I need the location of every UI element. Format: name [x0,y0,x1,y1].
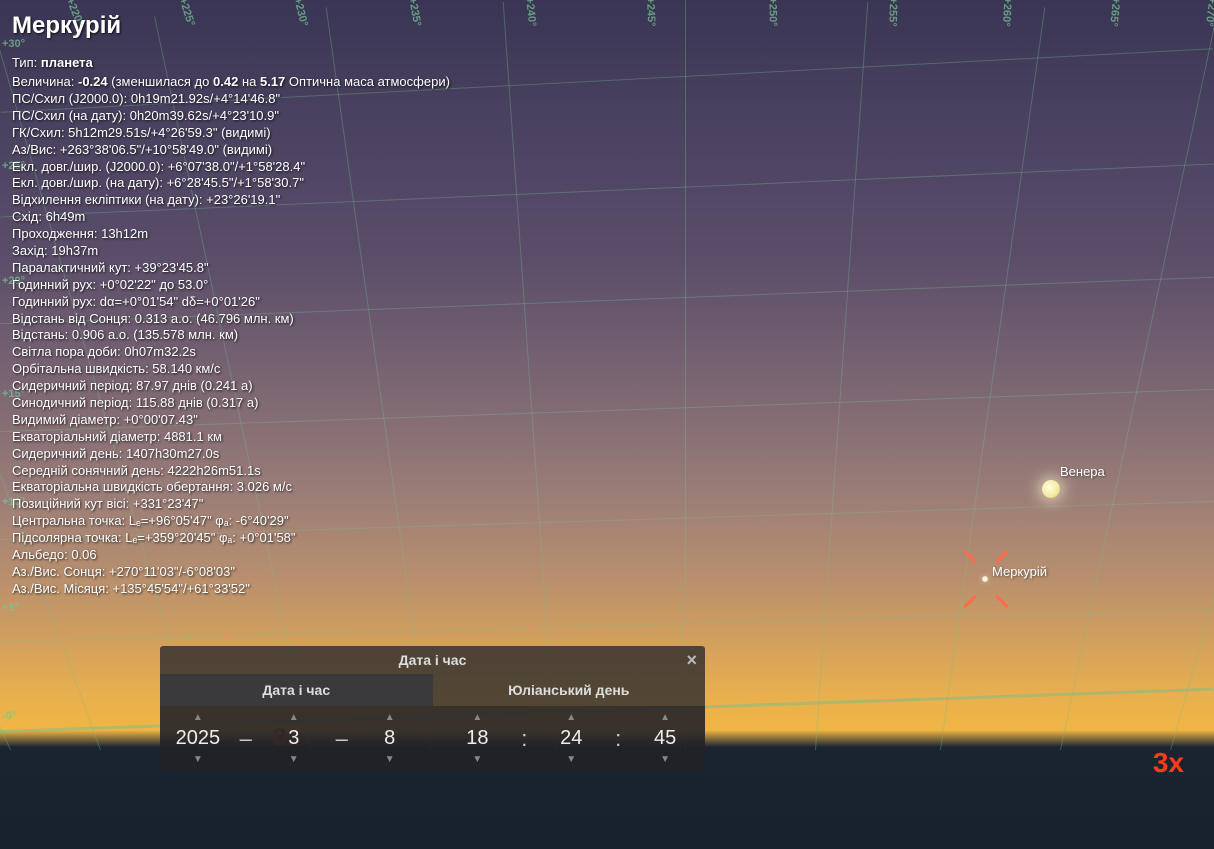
dialog-title: Дата і час [399,652,467,668]
minute-down[interactable]: ▼ [566,752,576,767]
object-info-panel: Меркурій Тип: планета Величина: -0.24 (з… [12,10,450,598]
grid-az-label: +260° [1000,0,1014,27]
datetime-dialog[interactable]: Дата і час × Дата і час Юліанський день … [160,646,705,771]
grid-az-label: +255° [886,0,899,27]
magnitude-value: -0.24 [78,74,108,89]
hour-value[interactable]: 18 [458,725,496,752]
grid-az-label: +250° [767,0,779,27]
grid-alt-label: -0° [2,710,16,722]
info-line: Аз./Вис. Сонця: +270°11'03"/-6°08'03" [12,564,450,581]
info-line: Проходження: 13h12m [12,226,450,243]
venus-icon [1042,480,1060,498]
info-line: Видимий діаметр: +0°00'07.43" [12,412,450,429]
grid-az-label: +270° [1203,0,1214,27]
date-group: ▲ 2025 ▼ – ▲ 3 ▼ – ▲ 8 ▼ [160,706,428,771]
month-spinner[interactable]: ▲ 3 ▼ [256,710,332,767]
year-value[interactable]: 2025 [168,725,229,752]
object-name: Меркурій [12,10,450,41]
year-spinner[interactable]: ▲ 2025 ▼ [160,710,236,767]
close-icon[interactable]: × [686,650,697,671]
info-line: Аз/Вис: +263°38'06.5"/+10°58'49.0" (види… [12,142,450,159]
grid-az-label: +245° [644,0,657,27]
second-down[interactable]: ▼ [660,752,670,767]
venus-label: Венера [1060,464,1105,479]
info-line: Орбітальна швидкість: 58.140 км/с [12,361,450,378]
info-line: Синодичний період: 115.88 днів (0.317 а) [12,395,450,412]
info-line: Годинний рух: +0°02'22" до 53.0° [12,277,450,294]
selection-marker [956,549,1016,609]
tab-datetime[interactable]: Дата і час [160,674,433,706]
minute-up[interactable]: ▲ [566,710,576,725]
info-line: Аз./Вис. Місяця: +135°45'54"/+61°33'52" [12,581,450,598]
second-spinner[interactable]: ▲ 45 ▼ [625,710,705,767]
info-line: Захід: 19h37m [12,243,450,260]
info-line: Відхилення екліптики (на дату): +23°26'1… [12,192,450,209]
day-down[interactable]: ▼ [385,752,395,767]
info-line: Позиційний кут вісі: +331°23'47" [12,496,450,513]
hour-spinner[interactable]: ▲ 18 ▼ [438,710,518,767]
grid-az-label: +240° [523,0,538,27]
info-line: Годинний рух: dα=+0°01'54" dδ=+0°01'26" [12,294,450,311]
second-value[interactable]: 45 [646,725,684,752]
type-value: планета [41,55,93,70]
grid-alt-label: +5° [2,602,19,614]
time-speed-indicator: 3x [1153,747,1184,779]
grid-az-label: +265° [1107,0,1122,27]
minute-spinner[interactable]: ▲ 24 ▼ [531,710,611,767]
info-line: Схід: 6h49m [12,209,450,226]
day-up[interactable]: ▲ [385,710,395,725]
time-group: ▲ 18 ▼ : ▲ 24 ▼ : ▲ 45 ▼ [438,706,706,771]
info-line: ПС/Схил (J2000.0): 0h19m21.92s/+4°14'46.… [12,91,450,108]
info-line: ГК/Схил: 5h12m29.51s/+4°26'59.3" (видимі… [12,125,450,142]
year-up[interactable]: ▲ [193,710,203,725]
info-line: Екл. довг./шир. (на дату): +6°28'45.5"/+… [12,175,450,192]
year-down[interactable]: ▼ [193,752,203,767]
dialog-title-bar[interactable]: Дата і час × [160,646,705,674]
info-line: Паралактичний кут: +39°23'45.8" [12,260,450,277]
info-line: Центральна точка: Lₑ=+96°05'47" φₐ: -6°4… [12,513,450,530]
info-line: Відстань: 0.906 а.о. (135.578 млн. км) [12,327,450,344]
magnitude-label: Величина: [12,74,74,89]
info-line: Альбедо: 0.06 [12,547,450,564]
month-up[interactable]: ▲ [289,710,299,725]
info-line: Екл. довг./шир. (J2000.0): +6°07'38.0"/+… [12,159,450,176]
info-line: Екваторіальний діаметр: 4881.1 км [12,429,450,446]
day-value[interactable]: 8 [376,725,403,752]
info-line: Відстань від Сонця: 0.313 а.о. (46.796 м… [12,311,450,328]
info-line: ПС/Схил (на дату): 0h20m39.62s/+4°23'10.… [12,108,450,125]
day-spinner[interactable]: ▲ 8 ▼ [352,710,428,767]
hour-down[interactable]: ▼ [472,752,482,767]
minute-value[interactable]: 24 [552,725,590,752]
month-down[interactable]: ▼ [289,752,299,767]
type-label: Тип: [12,55,37,70]
info-line: Світла пора доби: 0h07m32.2s [12,344,450,361]
tab-julian[interactable]: Юліанський день [433,674,706,706]
info-line: Підсолярна точка: Lₑ=+359°20'45" φₐ: +0°… [12,530,450,547]
month-value[interactable]: 3 [280,725,307,752]
planet-venus[interactable]: Венера [1042,480,1060,498]
info-line: Сидеричний день: 1407h30m27.0s [12,446,450,463]
second-up[interactable]: ▲ [660,710,670,725]
info-line: Екваторіальна швидкість обертання: 3.026… [12,479,450,496]
info-line: Сидеричний період: 87.97 днів (0.241 а) [12,378,450,395]
info-line: Середній сонячний день: 4222h26m51.1s [12,463,450,480]
hour-up[interactable]: ▲ [472,710,482,725]
